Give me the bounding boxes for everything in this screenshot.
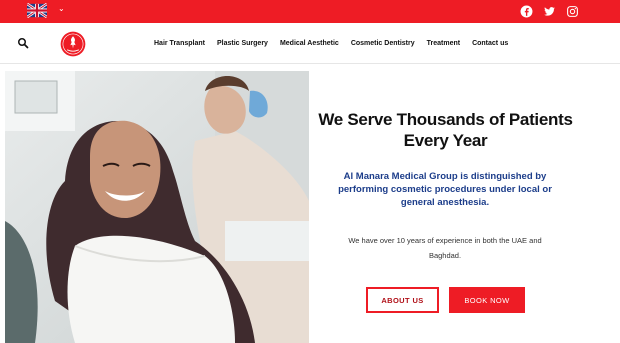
hero-headline: We Serve Thousands of Patients Every Yea… xyxy=(318,110,573,150)
twitter-icon[interactable] xyxy=(543,5,556,18)
hero-photo-illustration xyxy=(5,71,309,343)
facebook-icon[interactable] xyxy=(520,5,533,18)
nav-hair-transplant[interactable]: Hair Transplant xyxy=(154,39,205,48)
nav-medical-aesthetic[interactable]: Medical Aesthetic xyxy=(280,39,339,48)
hero-body-text: We have over 10 years of experience in b… xyxy=(348,236,542,260)
uk-flag-icon[interactable] xyxy=(27,3,47,18)
hero-subheading: Al Manara Medical Group is distinguished… xyxy=(338,171,552,208)
language-dropdown-caret[interactable]: ⌄ xyxy=(58,4,65,14)
top-bar: ⌄ xyxy=(0,0,620,23)
about-us-button[interactable]: ABOUT US xyxy=(366,287,439,313)
book-now-button[interactable]: BOOK NOW xyxy=(449,287,525,313)
nav-cosmetic-dentistry[interactable]: Cosmetic Dentistry xyxy=(351,39,415,48)
hero-photo-dental-patient xyxy=(5,71,309,343)
nav-menu: Hair Transplant Plastic Surgery Medical … xyxy=(154,39,520,48)
nav-treatment[interactable]: Treatment xyxy=(427,39,460,48)
search-icon[interactable] xyxy=(17,37,29,49)
instagram-icon[interactable] xyxy=(566,5,579,18)
nav-contact-us[interactable]: Contact us xyxy=(472,39,508,48)
al-manara-logo[interactable] xyxy=(60,31,86,57)
main-navigation: Hair Transplant Plastic Surgery Medical … xyxy=(0,23,620,64)
nav-plastic-surgery[interactable]: Plastic Surgery xyxy=(217,39,268,48)
